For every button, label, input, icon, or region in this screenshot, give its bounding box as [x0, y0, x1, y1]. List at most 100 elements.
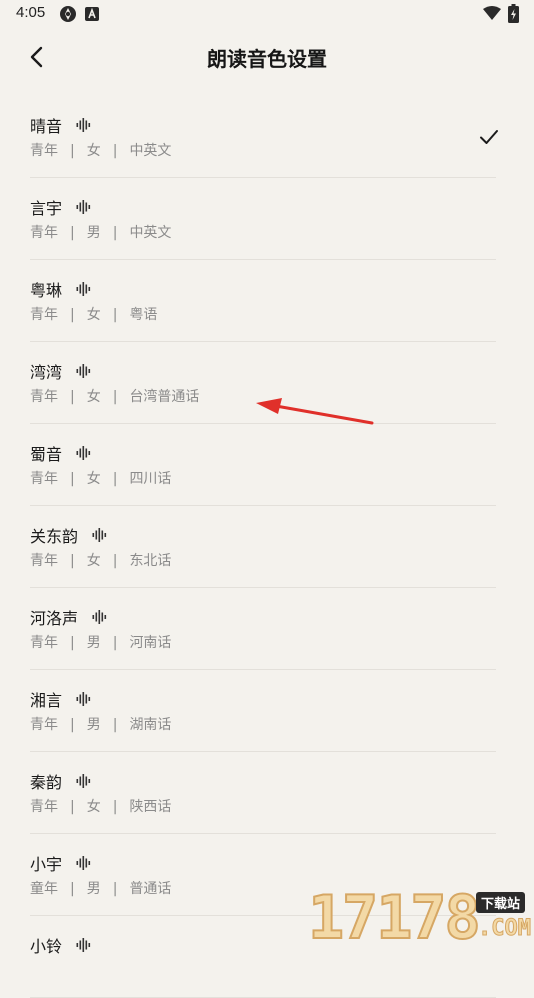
voice-name-row: 秦韵 — [30, 770, 92, 792]
status-time: 4:05 — [16, 4, 46, 21]
meta-separator: | — [70, 799, 75, 815]
voice-item-4[interactable]: 湾湾 青年 | 女 | 台湾普通话 — [30, 342, 496, 424]
voice-age: 青年 — [30, 307, 58, 323]
voice-meta: 青年 | 女 | 四川话 — [30, 468, 171, 488]
voice-age: 青年 — [30, 717, 58, 733]
audio-wave-icon[interactable] — [76, 773, 92, 789]
voice-gender: 女 — [86, 389, 101, 405]
voice-age: 童年 — [30, 881, 58, 897]
voice-age: 青年 — [30, 471, 58, 487]
audio-wave-icon[interactable] — [92, 609, 108, 625]
voice-gender: 女 — [86, 553, 101, 569]
meta-separator: | — [112, 799, 118, 815]
meta-separator: | — [112, 143, 118, 159]
watermark-suffix: .COM — [478, 916, 532, 942]
meta-separator: | — [112, 225, 118, 241]
voice-gender: 男 — [86, 717, 101, 733]
voice-meta: 青年 | 女 | 陕西话 — [30, 796, 171, 816]
voice-name: 蜀音 — [30, 445, 63, 464]
voice-name: 言宇 — [30, 199, 63, 218]
voice-name-row: 小铃 — [30, 934, 92, 956]
voice-meta: 青年 | 男 | 湖南话 — [30, 714, 171, 734]
audio-wave-icon[interactable] — [76, 117, 92, 133]
meta-separator: | — [112, 881, 118, 897]
voice-language: 台湾普通话 — [129, 389, 200, 405]
watermark-digits: 17178 — [307, 883, 482, 953]
voice-name-row: 河洛声 — [30, 606, 108, 628]
voice-gender: 男 — [86, 881, 101, 897]
meta-separator: | — [70, 225, 75, 241]
voice-meta: 童年 | 男 | 普通话 — [30, 878, 171, 898]
audio-wave-icon[interactable] — [76, 691, 92, 707]
audio-wave-icon[interactable] — [76, 445, 92, 461]
audio-wave-icon[interactable] — [76, 281, 92, 297]
meta-separator: | — [70, 307, 75, 323]
voice-item-6[interactable]: 关东韵 青年 | 女 | 东北话 — [30, 506, 496, 588]
meta-separator: | — [70, 881, 75, 897]
voice-age: 青年 — [30, 635, 58, 651]
voice-name-row: 言宇 — [30, 196, 92, 218]
watermark-logo: 17178 下载站 .COM — [300, 883, 534, 953]
voice-meta: 青年 | 女 | 中英文 — [30, 140, 171, 160]
voice-name: 小铃 — [30, 937, 63, 956]
audio-wave-icon[interactable] — [92, 527, 108, 543]
voice-gender: 女 — [86, 307, 101, 323]
voice-name: 湾湾 — [30, 363, 63, 382]
meta-separator: | — [112, 307, 118, 323]
page-title: 朗读音色设置 — [207, 47, 327, 71]
audio-wave-icon[interactable] — [76, 937, 92, 953]
voice-age: 青年 — [30, 553, 58, 569]
voice-item-5[interactable]: 蜀音 青年 | 女 | 四川话 — [30, 424, 496, 506]
meta-separator: | — [70, 635, 75, 651]
voice-name: 粤琳 — [30, 281, 63, 300]
voice-language: 东北话 — [129, 553, 172, 569]
voice-gender: 男 — [86, 635, 101, 651]
status-bar: 4:05 — [0, 0, 534, 28]
meta-separator: | — [70, 717, 75, 733]
voice-age: 青年 — [30, 225, 58, 241]
aperture-icon — [60, 6, 76, 22]
meta-separator: | — [112, 635, 118, 651]
voice-meta: 青年 | 女 | 台湾普通话 — [30, 386, 199, 406]
voice-age: 青年 — [30, 143, 58, 159]
voice-language: 普通话 — [129, 881, 172, 897]
voice-list: 晴音 青年 | 女 | 中英文 言宇 青年 | 男 | 中英文 粤琳 青年 | … — [30, 96, 498, 998]
checkmark-icon — [480, 130, 498, 144]
voice-language: 粤语 — [129, 307, 158, 323]
voice-name-row: 小宇 — [30, 852, 92, 874]
voice-item-9[interactable]: 秦韵 青年 | 女 | 陕西话 — [30, 752, 496, 834]
voice-language: 中英文 — [129, 225, 172, 241]
audio-wave-icon[interactable] — [76, 199, 92, 215]
voice-gender: 女 — [86, 471, 101, 487]
meta-separator: | — [112, 471, 118, 487]
voice-name-row: 蜀音 — [30, 442, 92, 464]
meta-separator: | — [70, 553, 75, 569]
voice-item-7[interactable]: 河洛声 青年 | 男 | 河南话 — [30, 588, 496, 670]
voice-name-row: 粤琳 — [30, 278, 92, 300]
voice-item-3[interactable]: 粤琳 青年 | 女 | 粤语 — [30, 260, 496, 342]
voice-meta: 青年 | 女 | 粤语 — [30, 304, 157, 324]
voice-language: 湖南话 — [129, 717, 172, 733]
voice-language: 河南话 — [129, 635, 172, 651]
voice-name-row: 关东韵 — [30, 524, 108, 546]
voice-name-row: 湘言 — [30, 688, 92, 710]
voice-item-1[interactable]: 晴音 青年 | 女 | 中英文 — [30, 96, 498, 178]
voice-name-row: 晴音 — [30, 114, 92, 136]
voice-name: 小宇 — [30, 855, 63, 874]
battery-charging-icon — [508, 4, 519, 23]
voice-name-row: 湾湾 — [30, 360, 92, 382]
meta-separator: | — [70, 471, 75, 487]
watermark-badge: 下载站 — [476, 892, 526, 913]
voice-name: 河洛声 — [30, 609, 79, 628]
voice-item-8[interactable]: 湘言 青年 | 男 | 湖南话 — [30, 670, 496, 752]
voice-age: 青年 — [30, 799, 58, 815]
voice-gender: 男 — [86, 225, 101, 241]
voice-name: 晴音 — [30, 117, 63, 136]
voice-meta: 青年 | 女 | 东北话 — [30, 550, 171, 570]
audio-wave-icon[interactable] — [76, 855, 92, 871]
voice-item-2[interactable]: 言宇 青年 | 男 | 中英文 — [30, 178, 496, 260]
meta-separator: | — [112, 553, 118, 569]
voice-gender: 女 — [86, 799, 101, 815]
meta-separator: | — [70, 389, 75, 405]
audio-wave-icon[interactable] — [76, 363, 92, 379]
